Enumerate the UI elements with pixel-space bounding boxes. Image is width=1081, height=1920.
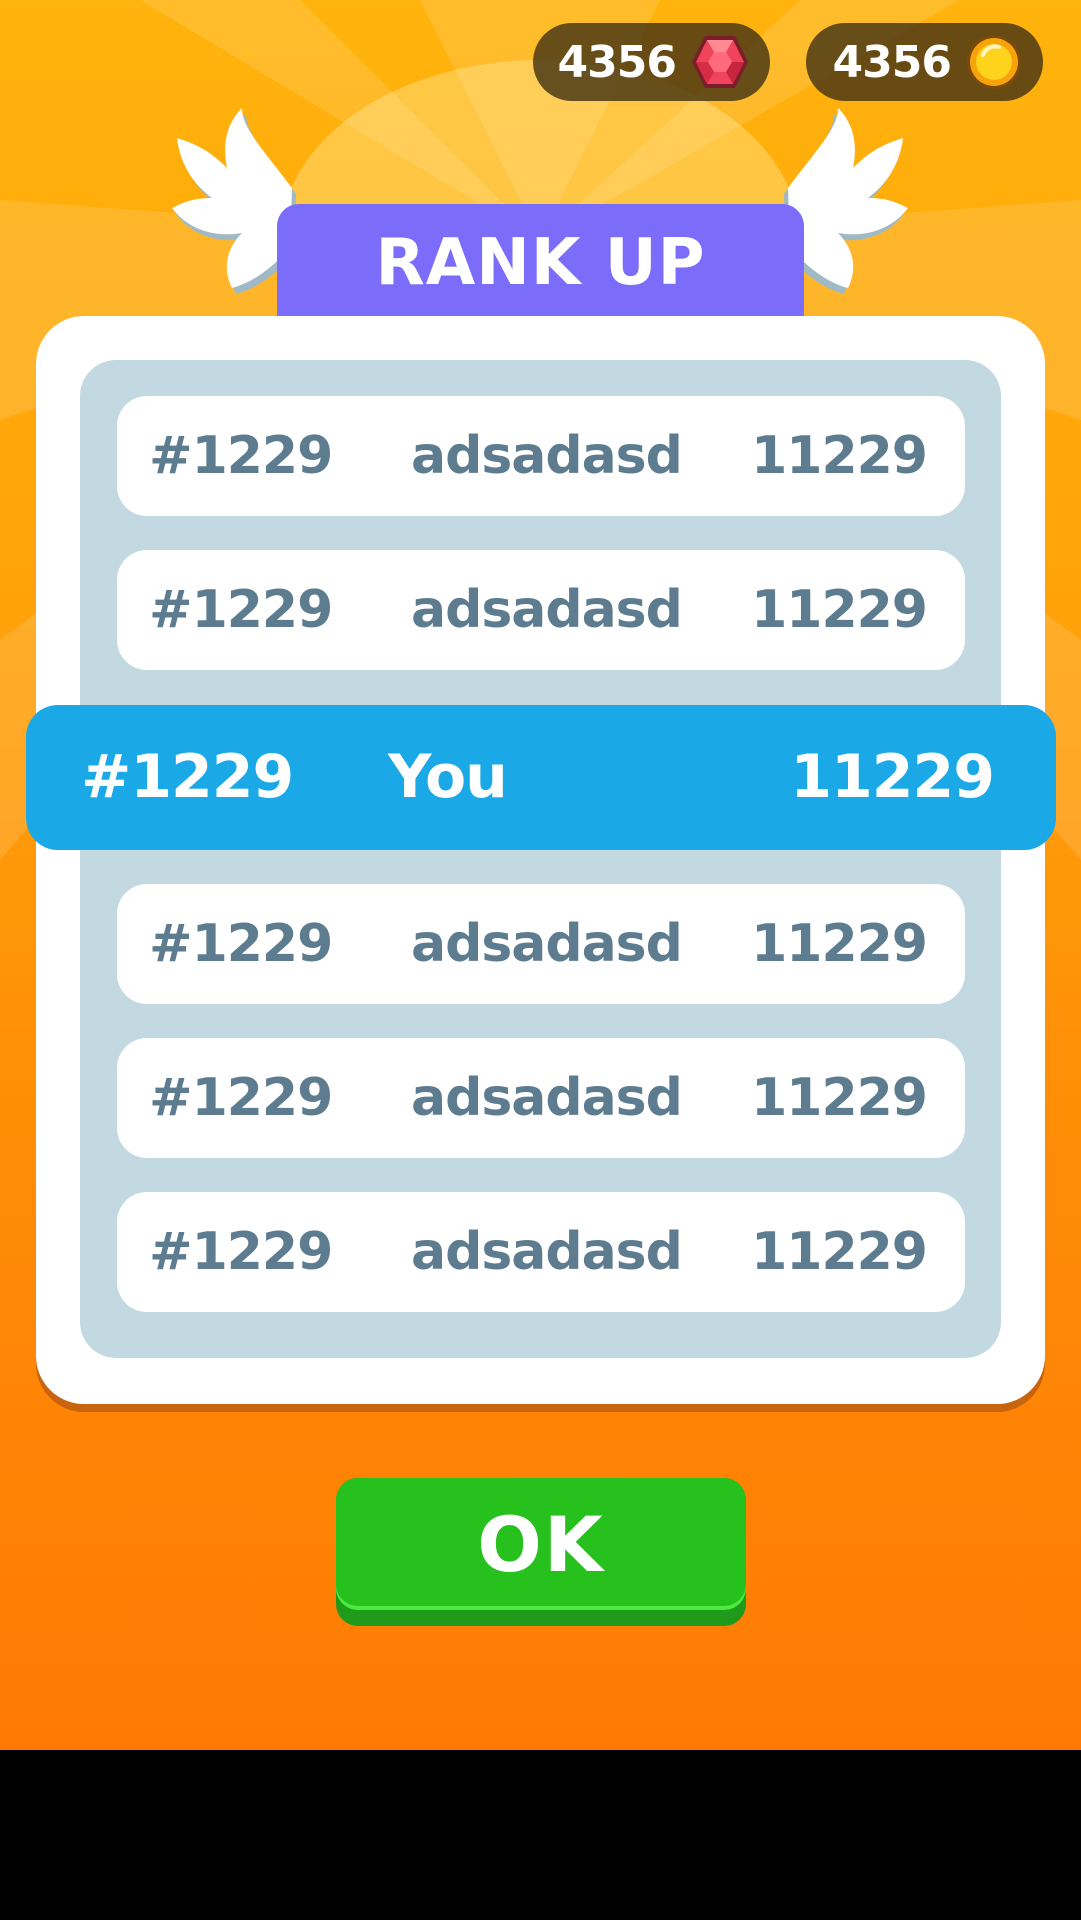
player-rank-row: #1229 You 11229 [26, 705, 1056, 850]
row-score: 11229 [751, 580, 928, 640]
game-background: 4356 4356 RANK UP #1229 adsadasd 11229 #… [0, 0, 1081, 1750]
row-rank: #1229 [149, 580, 333, 640]
gold-coin-icon [967, 35, 1021, 89]
leaderboard-row: #1229 adsadasd 11229 [117, 550, 965, 670]
coin-count: 4356 [832, 36, 952, 88]
gem-counter[interactable]: 4356 [533, 23, 770, 101]
leaderboard-row: #1229 adsadasd 11229 [117, 884, 965, 1004]
player-rank: #1229 [81, 742, 294, 812]
ok-button-label: OK [477, 1499, 605, 1589]
row-score: 11229 [751, 1222, 928, 1282]
gem-count: 4356 [557, 36, 677, 88]
row-name: adsadasd [411, 1068, 683, 1128]
row-score: 11229 [751, 1068, 928, 1128]
leaderboard-row: #1229 adsadasd 11229 [117, 396, 965, 516]
red-gem-icon [692, 36, 748, 88]
player-name: You [388, 742, 508, 812]
leaderboard-row: #1229 adsadasd 11229 [117, 1192, 965, 1312]
row-rank: #1229 [149, 1222, 333, 1282]
row-score: 11229 [751, 914, 928, 974]
player-score: 11229 [790, 742, 995, 812]
coin-counter[interactable]: 4356 [806, 23, 1043, 101]
row-rank: #1229 [149, 1068, 333, 1128]
leaderboard-row: #1229 adsadasd 11229 [117, 1038, 965, 1158]
dialog-title: RANK UP [375, 226, 706, 300]
row-rank: #1229 [149, 426, 333, 486]
title-banner: RANK UP [277, 204, 804, 326]
row-name: adsadasd [411, 914, 683, 974]
row-name: adsadasd [411, 426, 683, 486]
row-rank: #1229 [149, 914, 333, 974]
ok-button[interactable]: OK [336, 1478, 746, 1626]
bottom-black-bar [0, 1750, 1081, 1920]
row-name: adsadasd [411, 580, 683, 640]
row-score: 11229 [751, 426, 928, 486]
row-name: adsadasd [411, 1222, 683, 1282]
ok-button-face[interactable]: OK [336, 1478, 746, 1610]
